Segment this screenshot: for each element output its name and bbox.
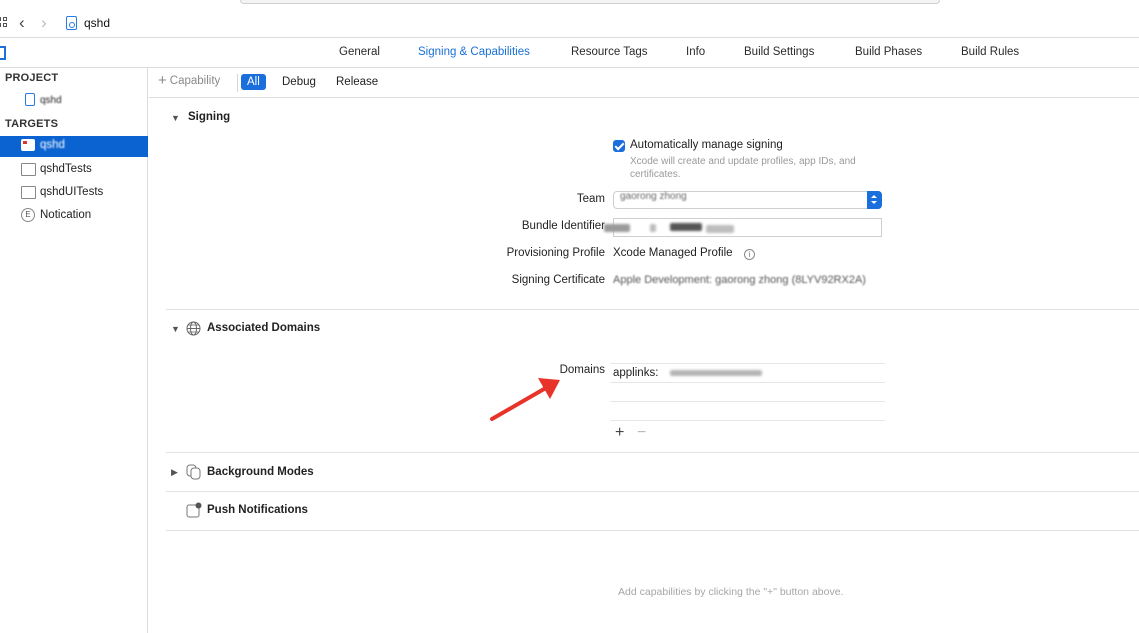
tab-build-phases[interactable]: Build Phases bbox=[855, 46, 922, 58]
add-capability-button[interactable]: + Capability bbox=[158, 72, 221, 89]
disclosure-expanded-icon[interactable]: ▼ bbox=[171, 324, 180, 334]
nav-target-notication[interactable]: E Notication bbox=[0, 205, 148, 226]
nav-item-label: qshd bbox=[40, 139, 65, 151]
auto-manage-signing-checkbox[interactable] bbox=[613, 140, 625, 152]
popup-arrows-icon bbox=[867, 191, 882, 209]
associated-domains-title: Associated Domains bbox=[207, 322, 321, 334]
redacted-mark bbox=[670, 223, 702, 231]
auto-manage-signing-hint: Xcode will create and update profiles, a… bbox=[630, 156, 856, 180]
jump-bar: ‹ › qshd bbox=[0, 0, 1139, 38]
app-target-icon bbox=[21, 139, 35, 151]
editor-main: + Capability All Debug Release ▼ Signing … bbox=[149, 68, 1139, 633]
disclosure-collapsed-icon[interactable]: ▶ bbox=[171, 467, 178, 477]
nav-item-label: Notication bbox=[40, 209, 92, 221]
redacted-mark bbox=[604, 224, 630, 232]
editor-tab-bar: General Signing & Capabilities Resource … bbox=[0, 38, 1139, 68]
annotation-arrow-icon bbox=[490, 378, 560, 421]
background-modes-title: Background Modes bbox=[207, 466, 314, 478]
push-notifications-title: Push Notifications bbox=[207, 504, 308, 516]
background-modes-section: ▶ Background Modes bbox=[166, 454, 1139, 492]
signing-certificate-label: Signing Certificate bbox=[511, 274, 605, 286]
related-items-grid-icon[interactable] bbox=[0, 17, 8, 29]
domain-row[interactable]: applinks: bbox=[610, 363, 885, 383]
targets-header: TARGETS bbox=[5, 118, 59, 130]
bundle-identifier-field[interactable] bbox=[604, 218, 882, 237]
tab-resource-tags[interactable]: Resource Tags bbox=[571, 46, 648, 58]
tab-signing-capabilities[interactable]: Signing & Capabilities bbox=[418, 46, 530, 58]
filter-all[interactable]: All bbox=[241, 74, 266, 90]
bundle-identifier-label: Bundle Identifier bbox=[521, 220, 605, 232]
nav-item-label: qshd bbox=[40, 95, 62, 106]
project-file-icon bbox=[66, 16, 77, 30]
signing-title: Signing bbox=[188, 111, 231, 123]
provisioning-profile-value: Xcode Managed Profile bbox=[613, 247, 733, 259]
forward-chevron-icon[interactable]: › bbox=[41, 14, 47, 31]
project-header: PROJECT bbox=[5, 72, 59, 84]
filter-release[interactable]: Release bbox=[330, 74, 384, 90]
nav-item-label: qshdTests bbox=[40, 163, 92, 175]
domain-row[interactable] bbox=[610, 402, 885, 421]
signing-certificate-value: Apple Development: gaorong zhong (8LYV92… bbox=[613, 274, 866, 286]
project-icon bbox=[25, 93, 35, 106]
add-capabilities-hint: Add capabilities by clicking the "+" but… bbox=[618, 586, 844, 598]
domain-row[interactable] bbox=[610, 383, 885, 402]
redacted-mark bbox=[670, 370, 762, 376]
ui-test-bundle-icon bbox=[21, 186, 36, 199]
provisioning-profile-label: Provisioning Profile bbox=[506, 247, 605, 259]
nav-item-label: qshdUITests bbox=[40, 186, 104, 198]
filter-debug[interactable]: Debug bbox=[276, 74, 322, 90]
info-icon[interactable]: i bbox=[744, 249, 755, 260]
plus-icon: + bbox=[158, 72, 167, 89]
push-notifications-section: Push Notifications bbox=[166, 493, 1139, 531]
back-chevron-icon[interactable]: ‹ bbox=[19, 14, 25, 31]
disclosure-expanded-icon[interactable]: ▼ bbox=[171, 113, 180, 123]
background-modes-icon bbox=[186, 464, 201, 480]
window-top-strip bbox=[240, 0, 940, 4]
team-popup[interactable]: gaorong zhong bbox=[613, 191, 882, 209]
globe-icon bbox=[186, 321, 201, 336]
hide-navigator-icon[interactable] bbox=[0, 46, 6, 60]
capability-filter-bar: + Capability All Debug Release bbox=[149, 68, 1139, 98]
project-navigator: PROJECT qshd TARGETS qshd qshdTests qshd… bbox=[0, 68, 148, 633]
filter-divider bbox=[237, 74, 238, 92]
remove-domain-button[interactable]: − bbox=[637, 425, 646, 441]
nav-target-qshduitests[interactable]: qshdUITests bbox=[0, 182, 148, 203]
add-domain-button[interactable]: + bbox=[615, 425, 624, 441]
tab-info[interactable]: Info bbox=[686, 46, 705, 58]
domain-value: applinks: bbox=[613, 367, 659, 379]
nav-target-qshdtests[interactable]: qshdTests bbox=[0, 159, 148, 180]
team-label: Team bbox=[576, 193, 605, 205]
team-value: gaorong zhong bbox=[620, 191, 687, 202]
redacted-mark bbox=[650, 224, 656, 232]
nav-item-project[interactable]: qshd bbox=[0, 90, 148, 111]
redacted-mark bbox=[706, 225, 734, 233]
auto-manage-signing-label: Automatically manage signing bbox=[630, 139, 783, 151]
signing-section: ▼ Signing Automatically manage signing X… bbox=[166, 98, 1139, 310]
add-capability-label: Capability bbox=[169, 75, 221, 87]
tab-build-settings[interactable]: Build Settings bbox=[744, 46, 814, 58]
tab-general[interactable]: General bbox=[339, 46, 380, 58]
nav-target-qshd[interactable]: qshd bbox=[0, 136, 148, 157]
extension-icon: E bbox=[21, 208, 35, 222]
tab-build-rules[interactable]: Build Rules bbox=[961, 46, 1019, 58]
jump-bar-title[interactable]: qshd bbox=[84, 16, 110, 30]
test-bundle-icon bbox=[21, 163, 36, 176]
associated-domains-section: ▼ Associated Domains Domains applinks: +… bbox=[166, 311, 1139, 453]
push-notifications-icon bbox=[186, 502, 202, 518]
